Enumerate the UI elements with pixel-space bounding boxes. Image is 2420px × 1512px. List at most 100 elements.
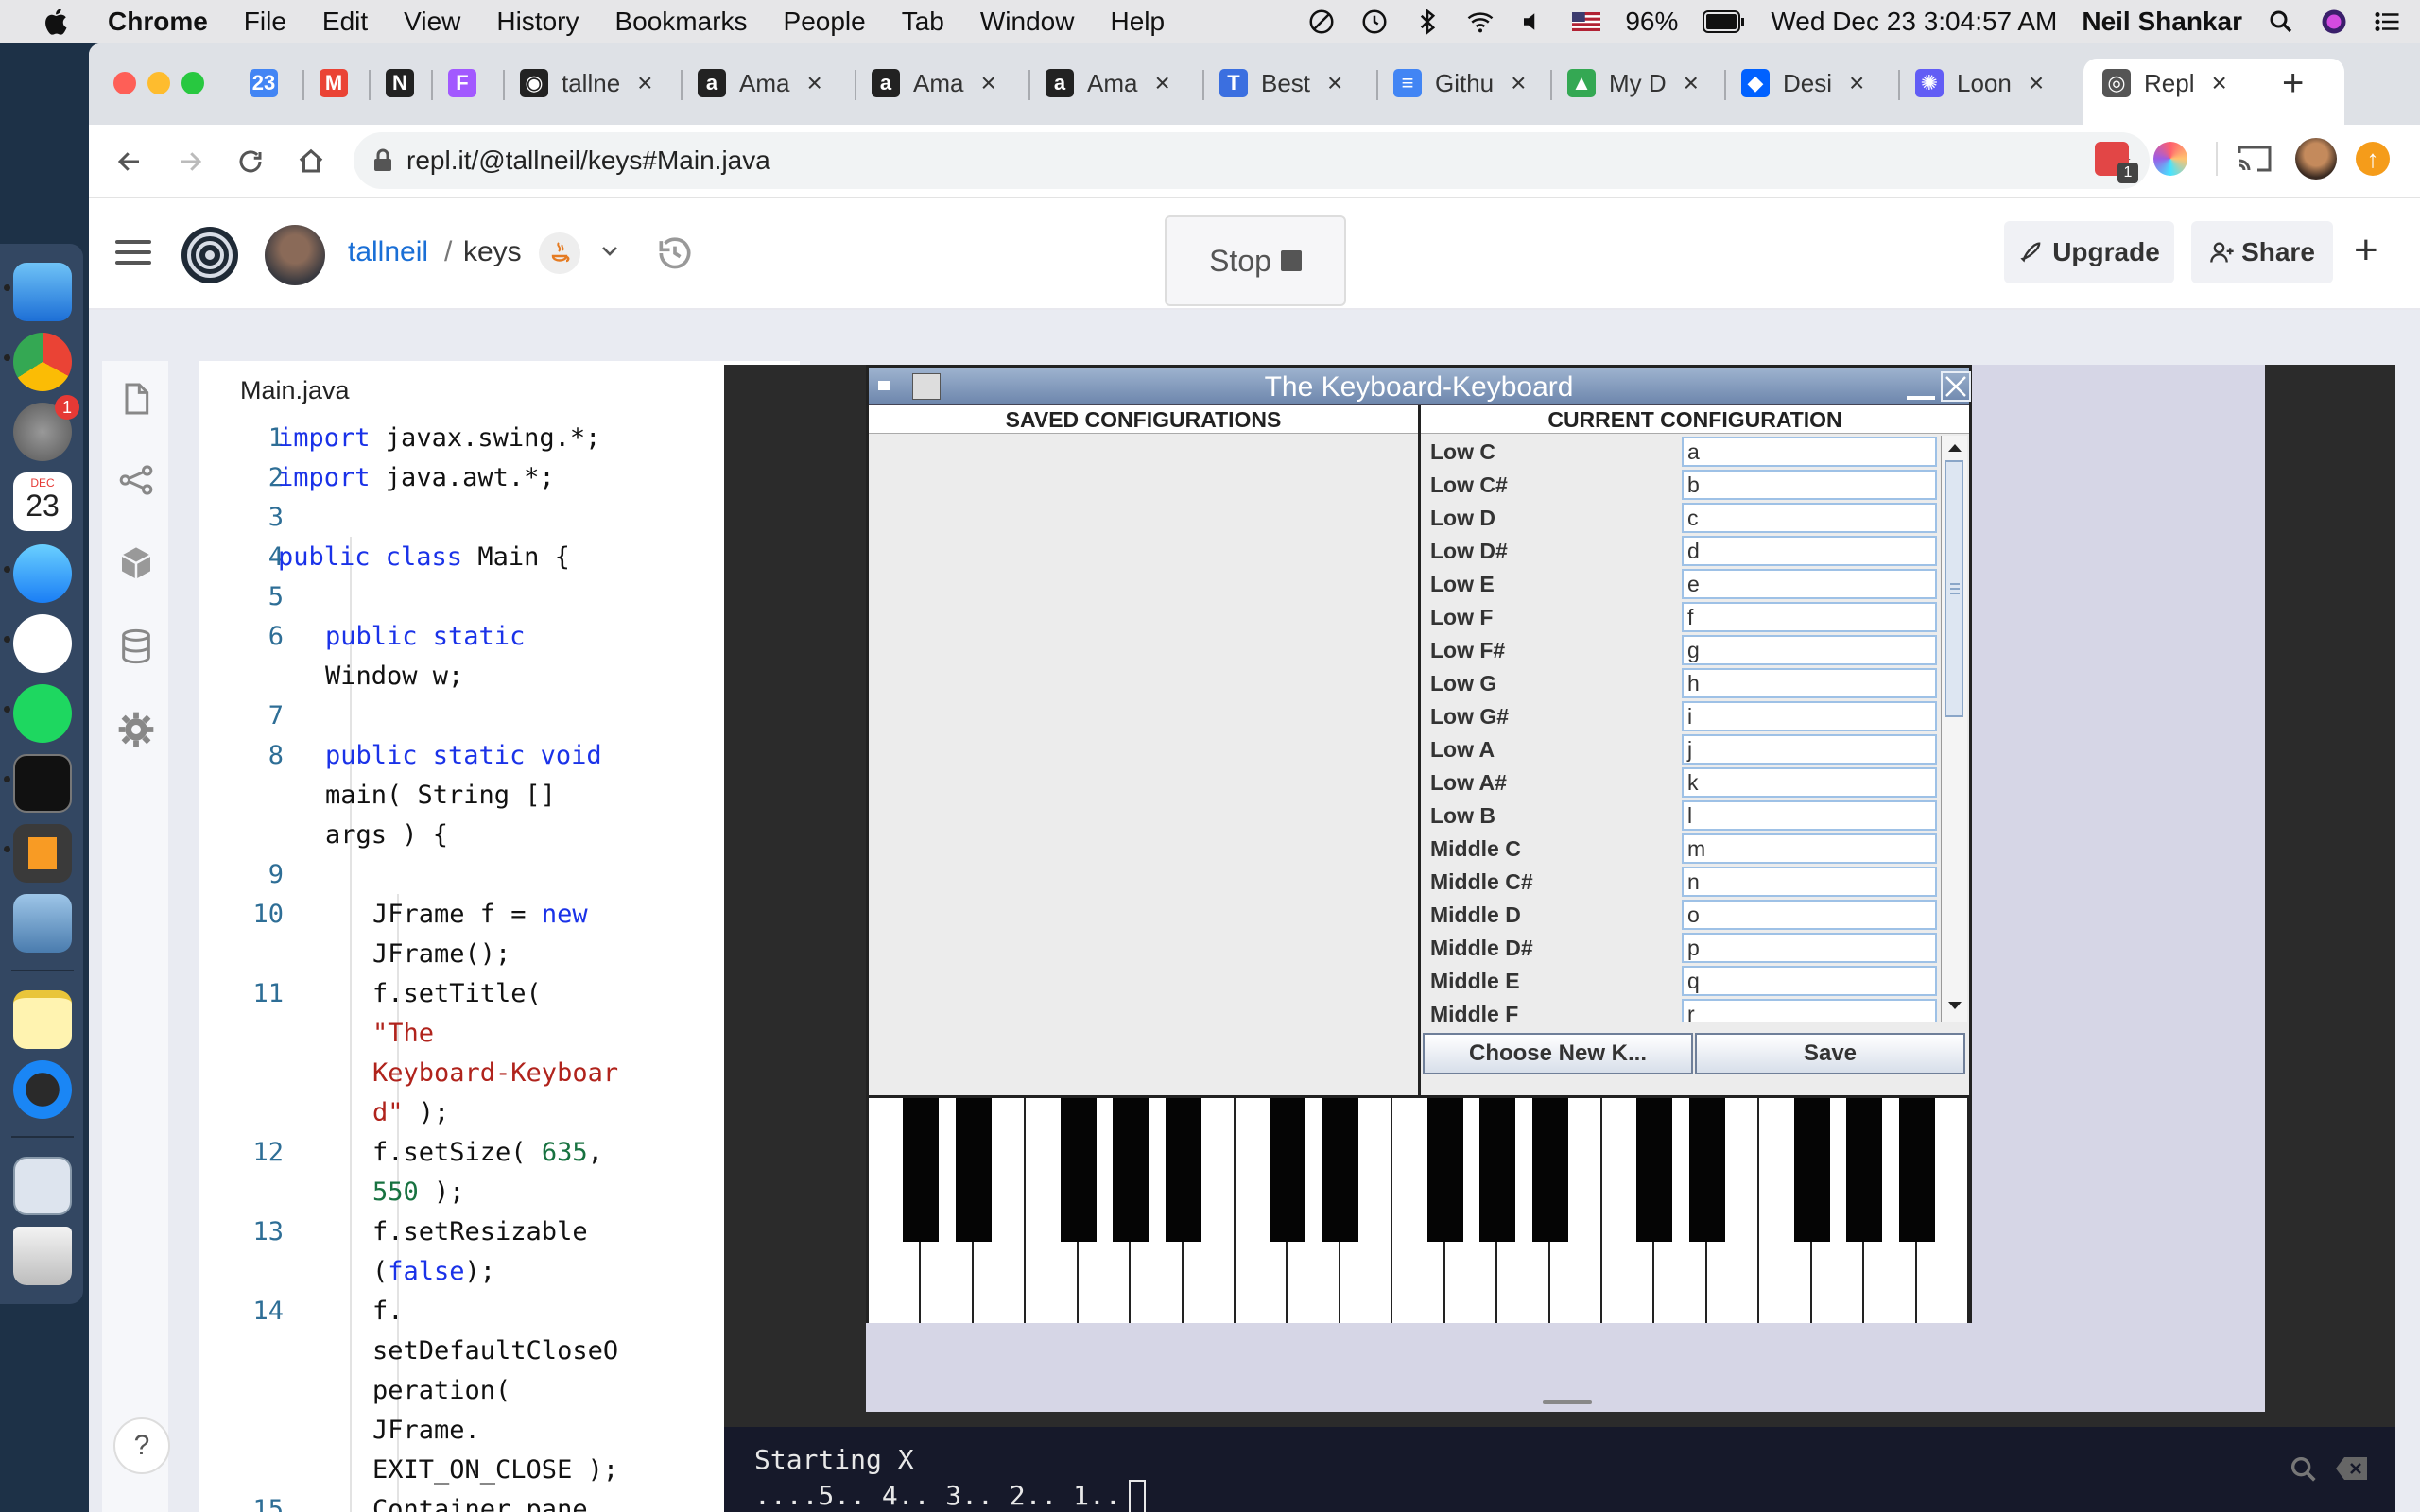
tab-close-icon[interactable]: × (1684, 68, 1699, 98)
minimize-icon[interactable] (1907, 396, 1935, 400)
tab-amazon[interactable]: a Ama × (698, 64, 822, 102)
scrollbar-thumb[interactable] (1945, 460, 1963, 717)
terminal-icon[interactable] (13, 754, 72, 813)
piano-black-key[interactable] (955, 1098, 992, 1242)
code-line[interactable]: public class Main { (278, 542, 570, 572)
menu-window[interactable]: Window (980, 7, 1075, 37)
help-button[interactable]: ? (113, 1418, 170, 1474)
piano-black-key[interactable] (1322, 1098, 1358, 1242)
configuration-scrollbar[interactable] (1941, 436, 1967, 1022)
scroll-up-arrow-icon[interactable] (1947, 441, 1962, 453)
tab-figma[interactable]: F (448, 64, 490, 102)
url-text[interactable]: repl.it/@tallneil/keys#Main.java (406, 146, 770, 176)
key-binding-field[interactable]: r (1682, 999, 1937, 1022)
menu-tab[interactable]: Tab (902, 7, 944, 37)
quicktime-icon[interactable] (13, 1060, 72, 1119)
preview-icon[interactable] (13, 894, 72, 953)
code-line[interactable]: "The (372, 1019, 434, 1048)
siri-icon[interactable] (2320, 8, 2348, 36)
tab-notion[interactable]: N (386, 64, 427, 102)
menu-edit[interactable]: Edit (322, 7, 368, 37)
menu-help[interactable]: Help (1110, 7, 1165, 37)
code-line[interactable]: Keyboard-Keyboar (372, 1058, 618, 1088)
tab-nytimes[interactable]: T Best × (1219, 64, 1342, 102)
piano-black-key[interactable] (1270, 1098, 1306, 1242)
sublime-text-icon[interactable] (13, 824, 72, 883)
tab-close-icon[interactable]: × (806, 68, 821, 98)
code-line[interactable]: peration( (372, 1376, 510, 1405)
menu-file[interactable]: File (244, 7, 286, 37)
packages-icon[interactable] (117, 544, 155, 582)
window-title-bar[interactable]: The Keyboard-Keyboard (869, 368, 1971, 405)
finder-icon[interactable] (13, 263, 72, 321)
choose-new-key-button[interactable]: Choose New K... (1423, 1033, 1693, 1074)
code-line[interactable]: import javax.swing.*; (278, 423, 600, 453)
piano-black-key[interactable] (1846, 1098, 1883, 1242)
code-line[interactable]: (false); (372, 1257, 495, 1286)
key-binding-field[interactable]: h (1682, 668, 1937, 698)
tab-github[interactable]: ◉ tallne × (520, 64, 653, 102)
tab-google-docs[interactable]: ≡ Githu × (1393, 64, 1527, 102)
reload-icon[interactable] (231, 142, 270, 181)
tab-gmail[interactable]: M (320, 64, 361, 102)
apple-menu-icon[interactable] (40, 5, 74, 39)
piano-black-key[interactable] (1060, 1098, 1097, 1242)
menu-bookmarks[interactable]: Bookmarks (614, 7, 747, 37)
console-resize-handle[interactable] (1543, 1400, 1592, 1404)
replit-logo-icon[interactable] (180, 225, 240, 285)
piano-black-key[interactable] (1898, 1098, 1935, 1242)
spotlight-search-icon[interactable] (2267, 8, 2295, 36)
tab-close-icon[interactable]: × (1511, 68, 1526, 98)
calendar-icon[interactable]: DEC 23 (13, 472, 72, 531)
code-area[interactable]: 1 import javax.swing.*; 2 import java.awt.*… (199, 418, 800, 1512)
code-line[interactable]: 550 ); (372, 1177, 465, 1207)
key-binding-field[interactable]: k (1682, 767, 1937, 798)
key-binding-field[interactable]: i (1682, 701, 1937, 731)
piano-black-key[interactable] (1165, 1098, 1201, 1242)
tab-close-icon[interactable]: × (2029, 68, 2044, 98)
database-icon[interactable] (117, 627, 155, 665)
share-button[interactable]: Share (2191, 221, 2333, 284)
chrome-icon[interactable] (13, 333, 72, 391)
minimize-window-button[interactable] (147, 72, 170, 94)
code-line[interactable]: EXIT_ON_CLOSE ); (372, 1455, 618, 1485)
key-binding-field[interactable]: n (1682, 867, 1937, 897)
code-line[interactable]: f.setSize( 635, (372, 1138, 603, 1167)
breadcrumb-repl-name[interactable]: keys (463, 236, 522, 268)
piano-black-key[interactable] (903, 1098, 940, 1242)
notification-center-icon[interactable] (2373, 8, 2401, 36)
code-line[interactable]: args ) { (325, 820, 448, 850)
tab-close-icon[interactable]: × (1154, 68, 1169, 98)
hamburger-menu-icon[interactable] (115, 240, 151, 266)
version-control-icon[interactable] (117, 461, 155, 499)
home-icon[interactable] (291, 142, 331, 181)
key-binding-field[interactable]: j (1682, 734, 1937, 765)
close-window-button[interactable] (113, 72, 136, 94)
chevron-down-icon[interactable] (599, 240, 620, 261)
code-line[interactable]: JFrame f = new (372, 900, 588, 929)
time-machine-icon[interactable] (1360, 8, 1389, 36)
do-not-disturb-icon[interactable] (1307, 8, 1336, 36)
save-button[interactable]: Save (1695, 1033, 1965, 1074)
search-icon[interactable] (2288, 1453, 2320, 1486)
user-name[interactable]: Neil Shankar (2082, 7, 2242, 37)
slack-icon[interactable] (13, 614, 72, 673)
spotify-icon[interactable] (13, 684, 72, 743)
add-pane-button[interactable]: + (2354, 227, 2378, 274)
user-avatar[interactable] (265, 225, 325, 285)
new-tab-button[interactable]: + (2282, 62, 2304, 105)
code-line[interactable]: public static void (325, 741, 602, 770)
code-line[interactable]: public static (325, 622, 525, 651)
lock-icon[interactable] (372, 148, 393, 173)
trash-icon[interactable] (13, 1227, 72, 1285)
key-binding-field[interactable]: a (1682, 437, 1937, 467)
menu-people[interactable]: People (784, 7, 866, 37)
tab-close-icon[interactable]: × (980, 68, 995, 98)
messages-icon[interactable] (13, 544, 72, 603)
tab-dropbox[interactable]: ◆ Desi × (1741, 64, 1864, 102)
code-line[interactable]: Container pane (372, 1495, 588, 1512)
tab-close-icon[interactable]: × (1849, 68, 1864, 98)
code-line[interactable]: main( String [] (325, 781, 556, 810)
bluetooth-icon[interactable] (1413, 8, 1442, 36)
piano-black-key[interactable] (1426, 1098, 1463, 1242)
